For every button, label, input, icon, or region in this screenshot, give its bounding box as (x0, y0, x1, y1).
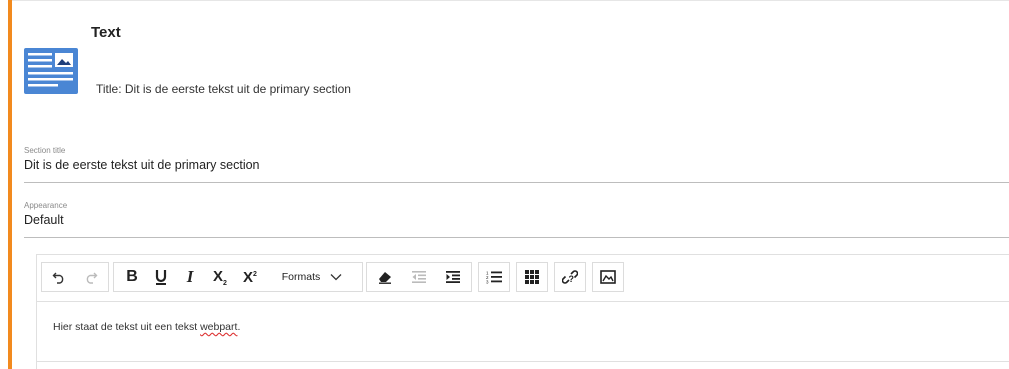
appearance-field[interactable]: Appearance Default (24, 201, 1009, 238)
redo-icon (86, 272, 98, 284)
subscript-icon: X2 (213, 267, 227, 287)
underline-icon (155, 270, 167, 285)
formatting-group: B I X2 X2 Formats (113, 262, 363, 292)
editor-text: Hier staat de tekst uit een tekst (53, 321, 201, 333)
editor-text-end: . (237, 321, 241, 333)
formats-dropdown[interactable]: Formats (266, 263, 358, 291)
outdent-icon (412, 271, 426, 283)
svg-text:3: 3 (486, 280, 489, 285)
list-group: 1 2 3 (478, 262, 510, 292)
clear-indent-group (366, 262, 472, 292)
table-group (516, 262, 548, 292)
editor-toolbar: B I X2 X2 Formats 1 2 3 ? (37, 255, 1009, 302)
appearance-value[interactable]: Default (24, 213, 1009, 227)
numbered-list-button[interactable]: 1 2 3 (480, 263, 508, 291)
formats-label: Formats (281, 271, 321, 283)
italic-icon: I (186, 267, 194, 286)
outdent-button[interactable] (403, 263, 435, 291)
rich-text-editor: B I X2 X2 Formats 1 2 3 ? Hier staat de … (36, 254, 1009, 369)
editor-divider (37, 361, 1009, 362)
italic-button[interactable]: I (176, 263, 204, 291)
appearance-label: Appearance (24, 201, 68, 210)
eraser-icon (379, 272, 391, 284)
bold-button[interactable]: B (118, 263, 146, 291)
chevron-down-icon (330, 274, 342, 281)
image-icon (600, 270, 616, 284)
indent-button[interactable] (437, 263, 469, 291)
webpart-header (12, 0, 1009, 146)
undo-icon (52, 272, 64, 284)
table-button[interactable] (518, 263, 546, 291)
editor-content[interactable]: Hier staat de tekst uit een tekst webpar… (53, 321, 240, 333)
section-title-label: Section title (24, 146, 66, 155)
svg-text:?: ? (569, 274, 575, 284)
image-button[interactable] (594, 263, 622, 291)
link-group: ? (554, 262, 586, 292)
clear-formatting-button[interactable] (369, 263, 401, 291)
history-group (41, 262, 109, 292)
document-image-icon (24, 48, 78, 94)
superscript-button[interactable]: X2 (236, 263, 264, 291)
unlink-icon: ? (562, 270, 578, 284)
numbered-list-icon: 1 2 3 (486, 271, 502, 285)
subscript-button[interactable]: X2 (206, 263, 234, 291)
underline-button[interactable] (148, 263, 174, 291)
webpart-title: Text (91, 24, 121, 41)
section-title-field[interactable]: Section title Dit is de eerste tekst uit… (24, 146, 1009, 183)
unlink-button[interactable]: ? (556, 263, 584, 291)
redo-button[interactable] (76, 263, 106, 291)
indent-icon (446, 271, 460, 283)
image-group (592, 262, 624, 292)
misspelled-word: webpart (200, 321, 238, 333)
bold-icon: B (126, 268, 138, 285)
undo-button[interactable] (44, 263, 74, 291)
webpart-subtitle: Title: Dit is de eerste tekst uit de pri… (96, 82, 351, 96)
table-icon (525, 270, 539, 284)
section-title-value[interactable]: Dit is de eerste tekst uit de primary se… (24, 158, 1009, 172)
superscript-icon: X2 (243, 268, 257, 286)
